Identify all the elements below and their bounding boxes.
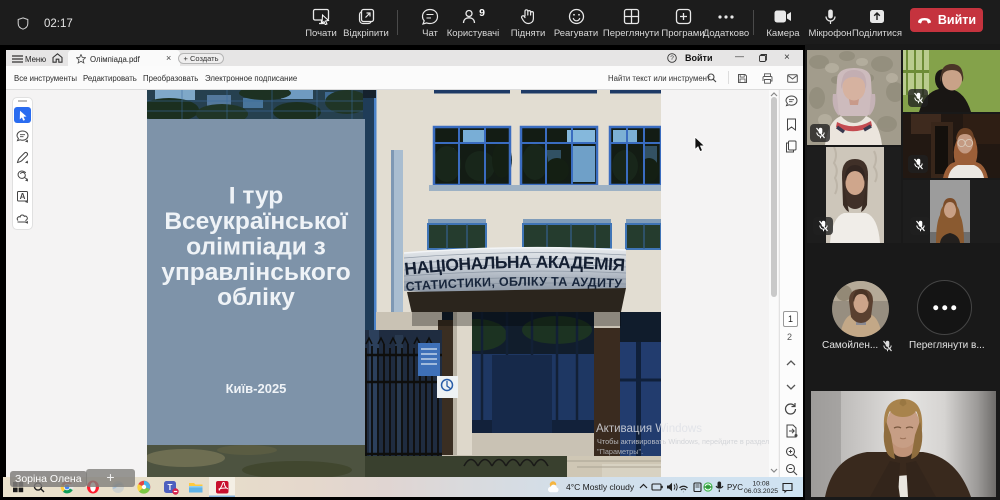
svg-text:управлінського: управлінського <box>161 259 350 286</box>
svg-text:І тур: І тур <box>229 183 284 210</box>
svg-text:06.03.2025: 06.03.2025 <box>744 488 778 495</box>
svg-text:обліку: обліку <box>217 284 295 311</box>
svg-text:РУС: РУС <box>727 483 743 492</box>
svg-text:Київ-2025: Київ-2025 <box>226 381 287 396</box>
svg-text:олімпіади з: олімпіади з <box>186 234 326 261</box>
svg-text:10:08: 10:08 <box>752 481 769 488</box>
svg-text:Всеукраїнської: Всеукраїнської <box>164 208 348 235</box>
svg-text:?: ? <box>670 55 674 62</box>
svg-text:T: T <box>168 483 173 492</box>
svg-text:A: A <box>20 192 26 201</box>
svg-text:4°C Mostly cloudy: 4°C Mostly cloudy <box>566 482 635 492</box>
